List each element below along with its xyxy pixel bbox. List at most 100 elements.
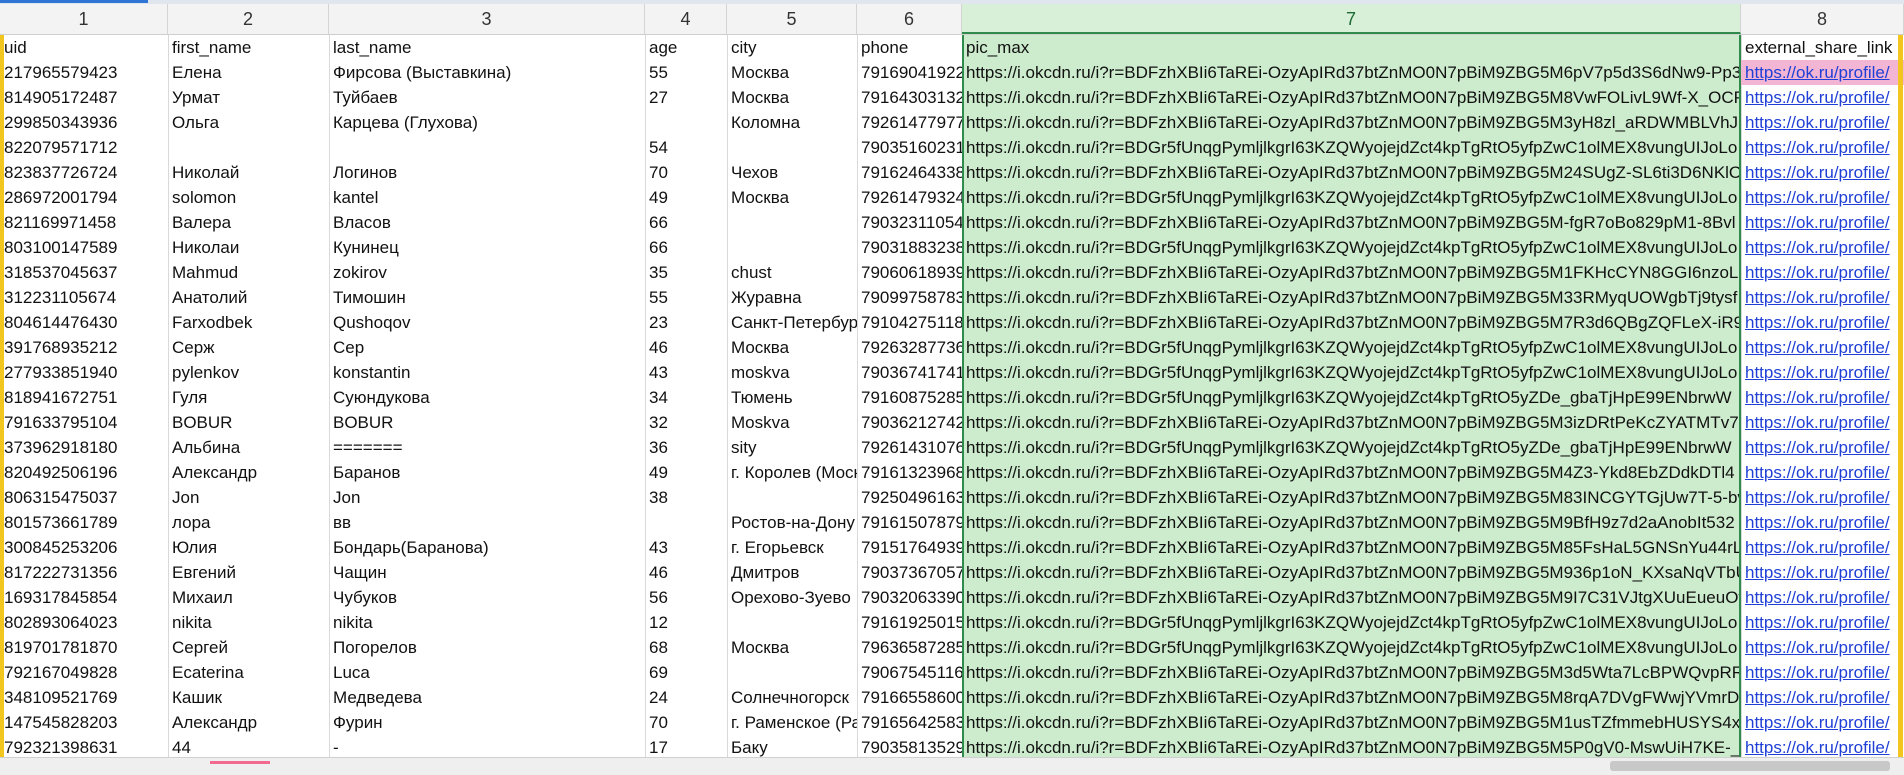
cell-external-share-link[interactable]: https://ok.ru/profile/	[1741, 335, 1904, 360]
cell-pic-max[interactable]: https://i.okcdn.ru/i?r=BDFzhXBIi6TaREi-O…	[962, 60, 1741, 85]
cell-last-name[interactable]: Сер	[329, 335, 645, 360]
cell-first-name[interactable]: Валера	[168, 210, 329, 235]
cell-last-name[interactable]: Бондарь(Баранова)	[329, 535, 645, 560]
cell-phone[interactable]: 79161925015	[857, 610, 962, 635]
cell-pic-max[interactable]: https://i.okcdn.ru/i?r=BDFzhXBIi6TaREi-O…	[962, 510, 1741, 535]
cell-city[interactable]: г. Королев (Москов	[727, 460, 857, 485]
cell-external-share-link[interactable]: https://ok.ru/profile/	[1741, 410, 1904, 435]
cell-pic-max[interactable]: https://i.okcdn.ru/i?r=BDFzhXBIi6TaREi-O…	[962, 460, 1741, 485]
cell-uid[interactable]: 318537045637	[0, 260, 168, 285]
cell-age[interactable]: 70	[645, 160, 727, 185]
cell-age[interactable]: 68	[645, 635, 727, 660]
cell-age[interactable]: 27	[645, 85, 727, 110]
cell-external-share-link[interactable]: https://ok.ru/profile/	[1741, 260, 1904, 285]
cell-external-share-link[interactable]: https://ok.ru/profile/	[1741, 635, 1904, 660]
cell-last-name[interactable]: Погорелов	[329, 635, 645, 660]
cell-city[interactable]: Коломна	[727, 110, 857, 135]
cell-phone[interactable]: 79165642583	[857, 710, 962, 735]
cell-uid[interactable]: 822079571712	[0, 135, 168, 160]
cell-last-name[interactable]: BOBUR	[329, 410, 645, 435]
cell-age[interactable]: 49	[645, 185, 727, 210]
cell-last-name[interactable]: -	[329, 735, 645, 757]
cell-age[interactable]: 34	[645, 385, 727, 410]
header-pic-max[interactable]: pic_max	[962, 35, 1741, 60]
cell-external-share-link[interactable]: https://ok.ru/profile/	[1741, 510, 1904, 535]
cell-first-name[interactable]: Ольга	[168, 110, 329, 135]
cell-age[interactable]: 56	[645, 585, 727, 610]
cell-phone[interactable]: 79036212742	[857, 410, 962, 435]
cell-last-name[interactable]	[329, 135, 645, 160]
cell-external-share-link[interactable]: https://ok.ru/profile/	[1741, 710, 1904, 735]
column-number-7[interactable]: 7	[962, 4, 1741, 34]
cell-phone[interactable]: 79037367057	[857, 560, 962, 585]
cell-uid[interactable]: 217965579423	[0, 60, 168, 85]
cell-age[interactable]: 43	[645, 535, 727, 560]
cell-pic-max[interactable]: https://i.okcdn.ru/i?r=BDFzhXBIi6TaREi-O…	[962, 410, 1741, 435]
cell-phone[interactable]: 79151764939	[857, 535, 962, 560]
cell-external-share-link[interactable]: https://ok.ru/profile/	[1741, 660, 1904, 685]
cell-pic-max[interactable]: https://i.okcdn.ru/i?r=BDFzhXBIi6TaREi-O…	[962, 560, 1741, 585]
cell-pic-max[interactable]: https://i.okcdn.ru/i?r=BDFzhXBIi6TaREi-O…	[962, 735, 1741, 757]
cell-city[interactable]: Санкт-Петербург	[727, 310, 857, 335]
cell-pic-max[interactable]: https://i.okcdn.ru/i?r=BDFzhXBIi6TaREi-O…	[962, 110, 1741, 135]
cell-phone[interactable]: 79161507879	[857, 510, 962, 535]
cell-uid[interactable]: 806315475037	[0, 485, 168, 510]
cell-last-name[interactable]: Фирсова (Выставкина)	[329, 60, 645, 85]
cell-first-name[interactable]: Mahmud	[168, 260, 329, 285]
cell-age[interactable]: 36	[645, 435, 727, 460]
cell-pic-max[interactable]: https://i.okcdn.ru/i?r=BDGr5fUnqgPymljlk…	[962, 185, 1741, 210]
cell-last-name[interactable]: Кунинец	[329, 235, 645, 260]
cell-age[interactable]: 24	[645, 685, 727, 710]
cell-first-name[interactable]: Юлия	[168, 535, 329, 560]
cell-age[interactable]: 23	[645, 310, 727, 335]
cell-uid[interactable]: 373962918180	[0, 435, 168, 460]
cell-city[interactable]: Солнечногорск	[727, 685, 857, 710]
cell-pic-max[interactable]: https://i.okcdn.ru/i?r=BDFzhXBIi6TaREi-O…	[962, 660, 1741, 685]
cell-uid[interactable]: 300845253206	[0, 535, 168, 560]
cell-age[interactable]: 49	[645, 460, 727, 485]
cell-last-name[interactable]: Суюндукова	[329, 385, 645, 410]
scrollbar-thumb[interactable]	[1610, 761, 1890, 771]
cell-external-share-link[interactable]: https://ok.ru/profile/	[1741, 160, 1904, 185]
cell-age[interactable]: 46	[645, 335, 727, 360]
cell-last-name[interactable]: konstantin	[329, 360, 645, 385]
cell-uid[interactable]: 817222731356	[0, 560, 168, 585]
cell-pic-max[interactable]: https://i.okcdn.ru/i?r=BDFzhXBIi6TaREi-O…	[962, 285, 1741, 310]
cell-age[interactable]: 66	[645, 210, 727, 235]
cell-phone[interactable]: 79261477977	[857, 110, 962, 135]
cell-first-name[interactable]: 44	[168, 735, 329, 757]
header-last-name[interactable]: last_name	[329, 35, 645, 60]
cell-pic-max[interactable]: https://i.okcdn.ru/i?r=BDFzhXBIi6TaREi-O…	[962, 310, 1741, 335]
cell-phone[interactable]: 79263287736	[857, 335, 962, 360]
column-number-8[interactable]: 8	[1741, 4, 1904, 34]
cell-first-name[interactable]: Николаи	[168, 235, 329, 260]
cell-city[interactable]	[727, 135, 857, 160]
cell-external-share-link[interactable]: https://ok.ru/profile/	[1741, 585, 1904, 610]
cell-first-name[interactable]: Михаил	[168, 585, 329, 610]
cell-phone[interactable]: 79032063390	[857, 585, 962, 610]
cell-last-name[interactable]: вв	[329, 510, 645, 535]
cell-external-share-link[interactable]: https://ok.ru/profile/	[1741, 385, 1904, 410]
cell-age[interactable]: 70	[645, 710, 727, 735]
cell-first-name[interactable]: Николай	[168, 160, 329, 185]
cell-phone[interactable]: 79060618939	[857, 260, 962, 285]
cell-city[interactable]: chust	[727, 260, 857, 285]
cell-uid[interactable]: 802893064023	[0, 610, 168, 635]
cell-uid[interactable]: 299850343936	[0, 110, 168, 135]
cell-first-name[interactable]: Сергей	[168, 635, 329, 660]
cell-pic-max[interactable]: https://i.okcdn.ru/i?r=BDFzhXBIi6TaREi-O…	[962, 685, 1741, 710]
cell-city[interactable]: Дмитров	[727, 560, 857, 585]
cell-last-name[interactable]: nikita	[329, 610, 645, 635]
cell-external-share-link[interactable]: https://ok.ru/profile/	[1741, 735, 1904, 757]
cell-city[interactable]: Баку	[727, 735, 857, 757]
cell-external-share-link[interactable]: https://ok.ru/profile/	[1741, 485, 1904, 510]
cell-uid[interactable]: 277933851940	[0, 360, 168, 385]
cell-phone[interactable]: 79104275118	[857, 310, 962, 335]
cell-external-share-link[interactable]: https://ok.ru/profile/	[1741, 60, 1904, 85]
cell-city[interactable]: Орехово-Зуево	[727, 585, 857, 610]
cell-last-name[interactable]: Qushoqov	[329, 310, 645, 335]
cell-age[interactable]	[645, 110, 727, 135]
cell-external-share-link[interactable]: https://ok.ru/profile/	[1741, 235, 1904, 260]
cell-last-name[interactable]: Тимошин	[329, 285, 645, 310]
cell-external-share-link[interactable]: https://ok.ru/profile/	[1741, 85, 1904, 110]
